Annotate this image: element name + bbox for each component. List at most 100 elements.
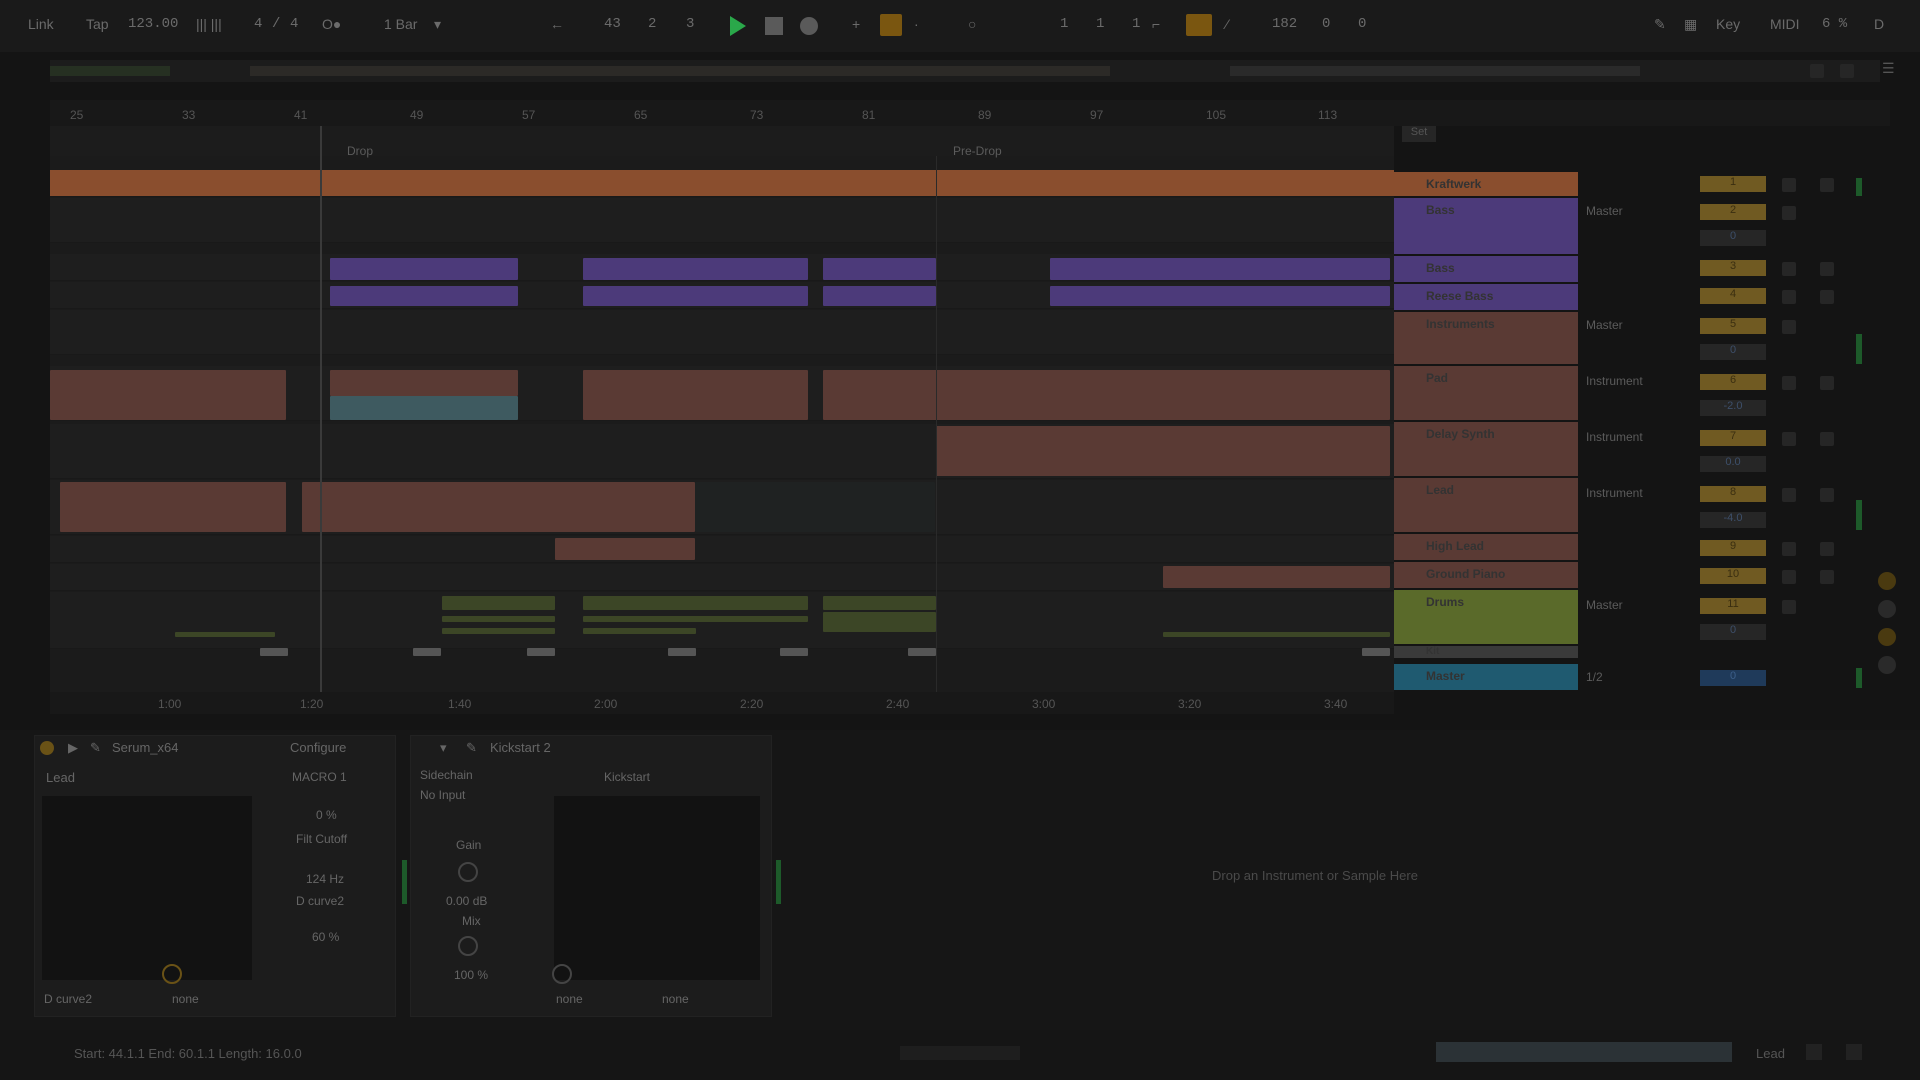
track-header[interactable]: Lead: [1394, 478, 1578, 532]
io-toggle-icon[interactable]: [1878, 600, 1896, 618]
midi-clip[interactable]: [823, 286, 936, 306]
solo-button[interactable]: [1782, 262, 1796, 276]
playhead[interactable]: [320, 126, 322, 692]
midi-clip[interactable]: [823, 258, 936, 280]
output-routing[interactable]: Master: [1586, 598, 1686, 616]
nudge-icon[interactable]: ||| |||: [196, 16, 222, 32]
solo-button[interactable]: [1782, 432, 1796, 446]
metronome-icon[interactable]: O●: [322, 16, 341, 32]
macro-value[interactable]: 60 %: [312, 930, 339, 944]
modulation-target[interactable]: none: [662, 992, 689, 1006]
follow-icon[interactable]: ←: [550, 16, 564, 32]
loop-start-sixteenth[interactable]: 1: [1132, 16, 1140, 32]
track-lane[interactable]: [50, 198, 1394, 243]
sends-toggle-icon[interactable]: [1878, 628, 1896, 646]
midi-clip[interactable]: [442, 596, 555, 610]
midi-clip[interactable]: [330, 258, 518, 280]
midi-map-button[interactable]: MIDI: [1770, 16, 1800, 32]
audio-clip[interactable]: [668, 648, 696, 656]
track-activator[interactable]: 7: [1700, 430, 1766, 446]
audio-clip[interactable]: [1362, 648, 1390, 656]
quantization-dropdown[interactable]: 1 Bar: [384, 16, 417, 32]
crossfader-icon[interactable]: [1878, 572, 1896, 590]
solo-button[interactable]: [1782, 206, 1796, 220]
track-lane[interactable]: [50, 310, 1394, 355]
macro-knob[interactable]: [552, 964, 572, 984]
midi-clip[interactable]: [936, 426, 1390, 476]
midi-clip[interactable]: [175, 632, 275, 637]
edit-icon[interactable]: ✎: [90, 740, 101, 756]
modulation-target[interactable]: none: [556, 992, 583, 1006]
midi-clip[interactable]: [823, 370, 1390, 420]
keyboard-icon[interactable]: ▦: [1684, 16, 1697, 33]
midi-clip[interactable]: [60, 482, 286, 532]
arm-icon[interactable]: [1820, 290, 1834, 304]
solo-button[interactable]: [1782, 488, 1796, 502]
volume-field[interactable]: 0: [1700, 344, 1766, 360]
loop-start-beat[interactable]: 1: [1096, 16, 1104, 32]
midi-clip[interactable]: [442, 628, 555, 634]
session-record-icon[interactable]: ○: [968, 16, 976, 32]
arm-icon[interactable]: [1820, 178, 1834, 192]
edit-icon[interactable]: ✎: [466, 740, 477, 756]
midi-clip[interactable]: [583, 616, 808, 622]
midi-clip[interactable]: [583, 628, 696, 634]
arm-icon[interactable]: [1820, 570, 1834, 584]
mix-value[interactable]: 100 %: [454, 968, 488, 982]
midi-clip[interactable]: [583, 286, 808, 306]
audio-clip[interactable]: [260, 648, 288, 656]
loop-start-bar[interactable]: 1: [1060, 16, 1068, 32]
output-routing[interactable]: 1/2: [1586, 670, 1686, 688]
stop-icon[interactable]: [765, 17, 783, 35]
audio-clip[interactable]: [413, 648, 441, 656]
locator-drop[interactable]: Drop: [347, 144, 373, 158]
output-routing[interactable]: Master: [1586, 204, 1686, 222]
track-lane[interactable]: [50, 536, 1394, 563]
track-activator[interactable]: 9: [1700, 540, 1766, 556]
macro-value[interactable]: 124 Hz: [306, 872, 344, 886]
arm-icon[interactable]: [1820, 262, 1834, 276]
solo-button[interactable]: [1782, 542, 1796, 556]
track-header[interactable]: Ground Piano: [1394, 562, 1578, 588]
midi-clip[interactable]: [330, 370, 518, 396]
configure-button[interactable]: Configure: [290, 740, 346, 755]
track-activator[interactable]: 1: [1700, 176, 1766, 192]
arm-icon[interactable]: [1820, 542, 1834, 556]
track-activator[interactable]: 10: [1700, 568, 1766, 584]
position-sixteenth[interactable]: 3: [686, 16, 694, 32]
track-header[interactable]: Reese Bass: [1394, 284, 1578, 310]
tap-button[interactable]: Tap: [86, 16, 109, 32]
track-header[interactable]: Bass: [1394, 256, 1578, 282]
audio-clip[interactable]: [908, 648, 936, 656]
arm-icon[interactable]: [1820, 488, 1834, 502]
position-beat[interactable]: 2: [648, 16, 656, 32]
track-header[interactable]: Delay Synth: [1394, 422, 1578, 476]
plugin-display[interactable]: [554, 796, 760, 980]
solo-button[interactable]: [1782, 290, 1796, 304]
solo-button[interactable]: [1782, 320, 1796, 334]
punch-out-icon[interactable]: ⁄: [1226, 16, 1228, 32]
link-button[interactable]: Link: [28, 16, 54, 32]
track-activator[interactable]: 6: [1700, 374, 1766, 390]
midi-clip[interactable]: [555, 538, 695, 560]
back-to-arrangement-icon[interactable]: ·: [914, 16, 919, 32]
plugin-display[interactable]: [42, 796, 252, 980]
track-header[interactable]: High Lead: [1394, 534, 1578, 560]
time-sig-denominator[interactable]: 4: [290, 16, 298, 32]
midi-clip[interactable]: [823, 612, 936, 632]
loop-switch-icon[interactable]: [1186, 14, 1212, 36]
input-routing[interactable]: Instrument: [1586, 430, 1686, 448]
track-activator[interactable]: 5: [1700, 318, 1766, 334]
volume-field[interactable]: -4.0: [1700, 512, 1766, 528]
midi-clip[interactable]: [1050, 286, 1390, 306]
track-header[interactable]: Kit: [1394, 646, 1578, 658]
loop-length-sixteenth[interactable]: 0: [1358, 16, 1366, 32]
view-toggle-icon[interactable]: [1806, 1044, 1822, 1060]
sidechain-input[interactable]: No Input: [420, 788, 465, 802]
chevron-down-icon[interactable]: ▾: [440, 740, 447, 756]
track-header[interactable]: Kraftwerk: [1394, 172, 1578, 196]
solo-button[interactable]: [1782, 376, 1796, 390]
input-routing[interactable]: Instrument: [1586, 374, 1686, 392]
solo-button[interactable]: [1782, 600, 1796, 614]
track-activator[interactable]: 8: [1700, 486, 1766, 502]
